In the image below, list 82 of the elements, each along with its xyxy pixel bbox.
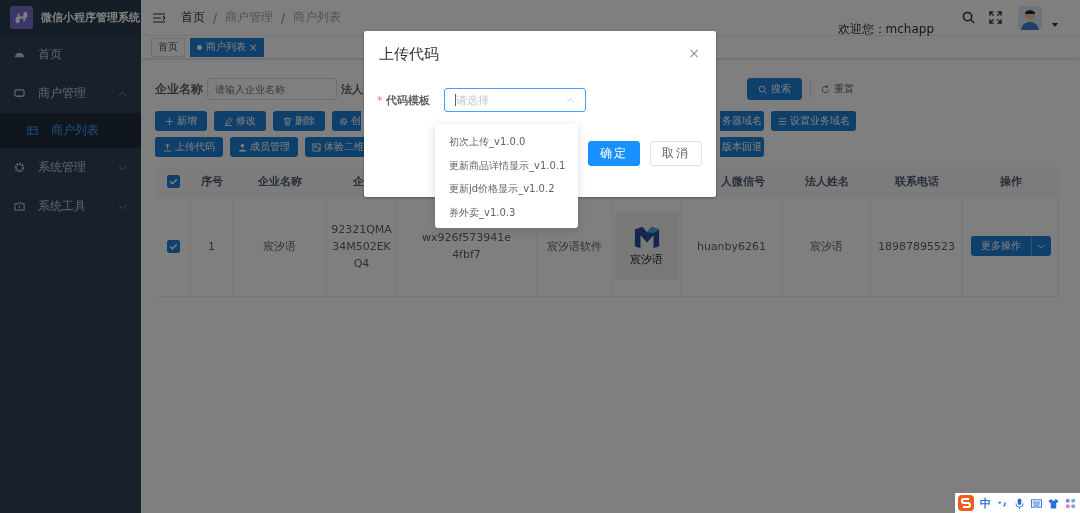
confirm-button[interactable]: 确定 — [588, 141, 640, 166]
fullscreen-icon[interactable] — [989, 11, 1002, 24]
column-header: 企 — [353, 173, 364, 189]
input-mode[interactable]: 中 — [980, 495, 991, 511]
toolbar-button[interactable]: 设置业务域名 — [771, 111, 856, 131]
trash-icon — [283, 116, 292, 126]
page-tab[interactable]: 首页 — [151, 37, 185, 57]
search-icon — [758, 84, 767, 94]
page-tab[interactable]: 商户列表 × — [190, 37, 265, 57]
toolbar-button[interactable]: 修改 — [214, 111, 266, 131]
gear-icon — [339, 116, 348, 126]
qrcode-icon — [312, 142, 321, 152]
search-button[interactable]: 搜索 — [747, 78, 802, 100]
table-cell-text: 1 — [207, 238, 216, 255]
column-header: 人微信号 — [721, 173, 765, 189]
column-header: 联系电话 — [895, 173, 939, 189]
app-logo-icon — [10, 6, 33, 29]
refresh-icon — [821, 84, 830, 94]
caret-up-icon — [565, 97, 575, 103]
shirt-icon[interactable] — [1048, 497, 1059, 509]
breadcrumb-separator: / — [281, 10, 286, 25]
sidebar-subitem[interactable]: 商户列表 — [0, 113, 141, 148]
plus-icon — [165, 116, 174, 126]
required-mark: * — [377, 93, 383, 107]
app-title: 微信小程序管理系统 — [41, 10, 140, 25]
sidebar-item[interactable]: 系统工具 — [0, 187, 141, 226]
microphone-icon[interactable] — [1014, 497, 1025, 509]
select-all-checkbox[interactable] — [167, 174, 180, 188]
sidebar-item[interactable]: 首页 — [0, 35, 141, 74]
table-cell-text: 92321QMA34M502EKQ4 — [330, 221, 393, 272]
grid-icon[interactable] — [1065, 497, 1076, 509]
edit-icon — [224, 116, 233, 126]
dropdown-option[interactable]: 券外卖_v1.0.3 — [435, 200, 578, 224]
row-checkbox[interactable] — [166, 239, 180, 253]
welcome-text: 欢迎您：mchapp — [837, 21, 934, 38]
toolbar-button[interactable]: 体验二维 — [305, 137, 364, 157]
sidebar-item[interactable]: 系统管理 — [0, 148, 141, 187]
field-label: 企业名称 — [155, 80, 204, 98]
table-cell-text: wx926f573941e4fbf7 — [420, 230, 513, 263]
dropdown-option[interactable]: 初次上传_v1.0.0 — [435, 130, 578, 154]
user-icon — [238, 142, 247, 152]
cancel-button[interactable]: 取消 — [650, 141, 702, 166]
close-button[interactable]: × — [688, 45, 700, 64]
column-header: 法人姓名 — [805, 173, 849, 189]
search-icon[interactable] — [962, 11, 975, 24]
column-header: 操作 — [1000, 173, 1022, 189]
toolbar-button[interactable]: 务器域名 — [720, 111, 764, 131]
settings-icon — [14, 162, 25, 173]
toolbox-icon — [14, 201, 25, 212]
avatar-icon[interactable] — [1018, 5, 1042, 30]
column-header: 序号 — [201, 173, 223, 189]
more-actions-button[interactable]: 更多操作 — [970, 236, 1051, 256]
ime-logo-icon[interactable] — [958, 495, 974, 511]
menu-icon[interactable] — [153, 12, 165, 23]
caret-down-icon — [1036, 243, 1045, 249]
toolbar-button[interactable]: 创 — [332, 111, 361, 131]
toolbar-button[interactable]: 版本回退 — [720, 137, 764, 157]
toolbar-button[interactable]: 上传代码 — [155, 137, 223, 157]
breadcrumb-item[interactable]: 首页 — [181, 9, 205, 26]
column-header: 企业名称 — [258, 173, 302, 189]
table-cell-text: 宸汐语 — [262, 238, 297, 255]
field-label: 法人 — [341, 81, 363, 97]
company-name-field[interactable]: 请输入企业名称 — [207, 78, 337, 100]
table-cell-text: 宸汐语 — [809, 238, 844, 255]
field-label: 代码模板 — [385, 92, 431, 108]
list-icon — [777, 116, 787, 126]
dropdown-option[interactable]: 更新jd价格显示_v1.0.2 — [435, 177, 578, 201]
table-cell-text: 18987895523 — [877, 238, 956, 255]
toolbar-button[interactable]: 删除 — [273, 111, 325, 131]
keyboard-icon[interactable] — [1031, 497, 1042, 509]
dropdown-option[interactable]: 更新商品详情显示_v1.0.1 — [435, 153, 578, 177]
list-icon — [27, 125, 38, 136]
toolbar-button[interactable]: 成员管理 — [230, 137, 298, 157]
caret-down-icon[interactable] — [1052, 22, 1058, 27]
table-cell-text: huanby6261 — [695, 238, 768, 255]
toolbar-button[interactable]: 新增 — [155, 111, 207, 131]
breadcrumb-separator: / — [213, 10, 218, 25]
upload-icon — [163, 142, 172, 152]
dialog-title: 上传代码 — [379, 45, 439, 64]
sidebar-item[interactable]: 商户管理 — [0, 74, 141, 113]
table-cell-text: 宸汐语软件 — [546, 238, 603, 255]
brand-logo: 宸汐语 — [614, 212, 679, 280]
